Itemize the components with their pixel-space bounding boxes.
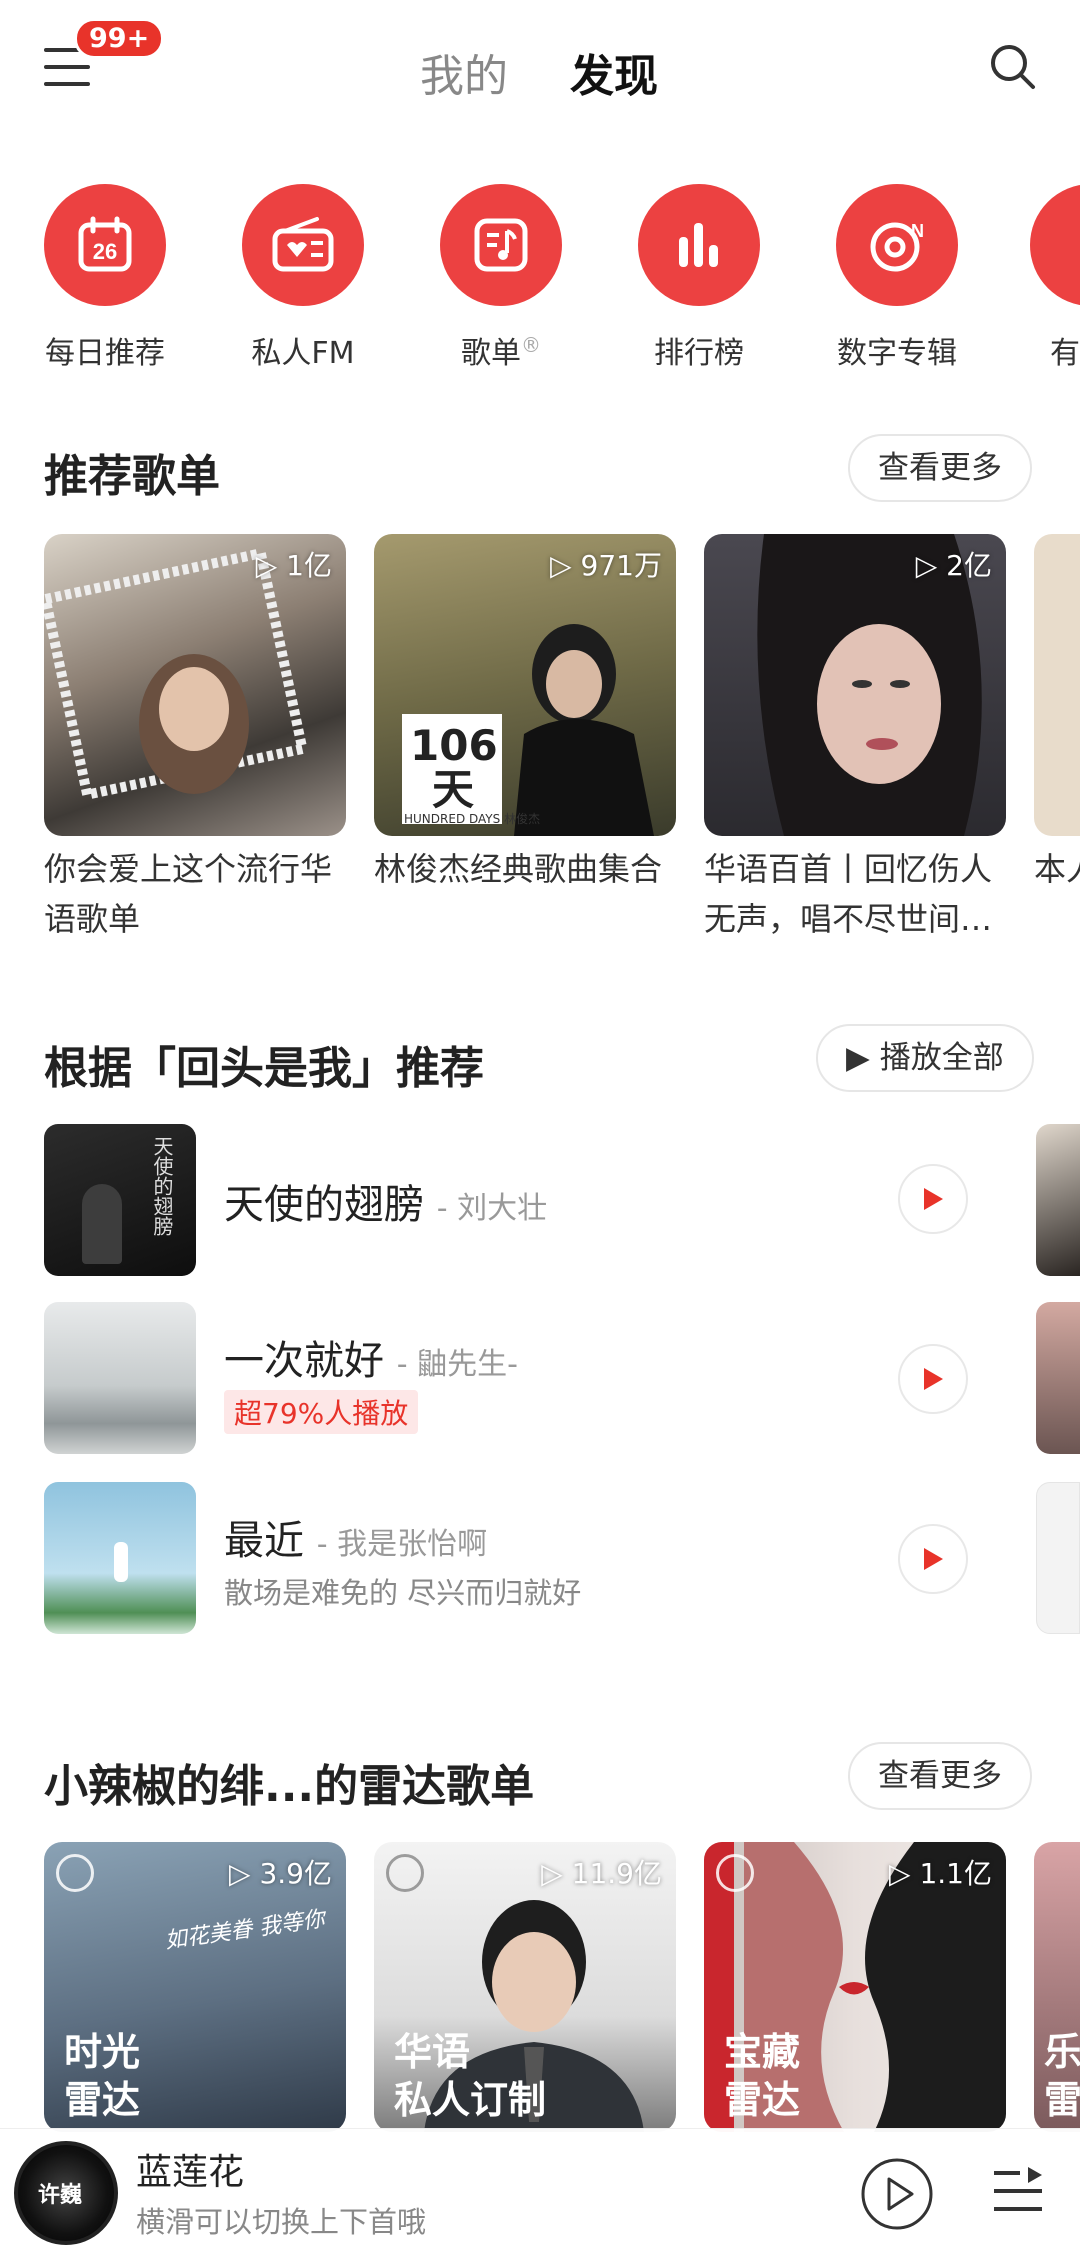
- category-label: 有: [1050, 336, 1080, 371]
- netease-logo-icon: [56, 1854, 94, 1892]
- now-playing-cover[interactable]: 许巍: [14, 2141, 118, 2245]
- category-label: 数字专辑: [837, 336, 957, 371]
- play-icon: [924, 1368, 943, 1390]
- popularity-tag: 超79%人播放: [224, 1390, 419, 1434]
- radar-card-title: 乐雷: [1044, 2030, 1080, 2122]
- playlist-card[interactable]: ▷ 2亿: [704, 534, 1006, 836]
- category-partial[interactable]: 有: [1030, 184, 1080, 372]
- song-cover[interactable]: 天使的翅膀: [44, 1124, 196, 1276]
- now-playing-hint: 横滑可以切换上下首哦: [136, 2205, 427, 2239]
- song-title: 一次就好: [224, 1338, 384, 1384]
- radar-card-title: 华语 私人订制: [394, 2030, 547, 2122]
- song-cover-partial[interactable]: [1036, 1302, 1080, 1454]
- category-digital-album[interactable]: N 数字专辑: [832, 184, 962, 372]
- playlist-queue-icon[interactable]: [990, 2165, 1046, 2221]
- song-row-3[interactable]: 最近 - 我是张怡啊: [224, 1508, 487, 1566]
- radar-card-title: 宝藏 雷达: [724, 2030, 801, 2122]
- play-count: ▷ 971万: [550, 549, 662, 582]
- song-row-1[interactable]: 天使的翅膀 - 刘大壮: [224, 1172, 547, 1230]
- section-title-radar: 小辣椒的绯...的雷达歌单: [44, 1761, 535, 1812]
- album-cover-text: 106天: [410, 721, 498, 814]
- play-count: ▷ 1.1亿: [889, 1857, 992, 1890]
- playlist-note-icon: [440, 184, 562, 306]
- notification-badge: 99+: [74, 18, 165, 59]
- section-title-based-on: 根据「回头是我」推荐: [44, 1043, 484, 1094]
- song-artist: - 我是张怡啊: [316, 1527, 488, 1562]
- category-label: 私人FM: [251, 336, 355, 371]
- now-playing-title: 蓝莲花: [136, 2152, 245, 2193]
- partial-icon: [1030, 184, 1080, 306]
- play-all-button[interactable]: ▶ 播放全部: [816, 1024, 1034, 1092]
- song-row-2[interactable]: 一次就好 - 鼬先生-: [224, 1328, 518, 1386]
- play-count: ▷ 11.9亿: [541, 1857, 662, 1890]
- category-charts[interactable]: 排行榜: [634, 184, 764, 372]
- album-cover-subtext: HUNDRED DAYS 林俊杰: [404, 812, 541, 826]
- song-title: 最近: [224, 1518, 304, 1564]
- category-label: 每日推荐: [45, 336, 165, 371]
- play-song-button[interactable]: [898, 1524, 968, 1594]
- radar-card[interactable]: ▷ 1.1亿 宝藏 雷达: [704, 1842, 1006, 2132]
- category-fm[interactable]: 私人FM: [238, 184, 368, 372]
- tab-mine[interactable]: 我的: [420, 40, 508, 104]
- radar-card-title: 时光 雷达: [64, 2030, 141, 2122]
- category-daily[interactable]: 26 每日推荐: [40, 184, 170, 372]
- see-more-button[interactable]: 查看更多: [848, 1742, 1032, 1810]
- cover-deco-text: 如花美眷 我等你: [163, 1906, 327, 1955]
- play-count: ▷ 2亿: [915, 549, 992, 582]
- cover-text: 许巍: [38, 2183, 83, 2208]
- see-more-button[interactable]: 查看更多: [848, 434, 1032, 502]
- radar-card[interactable]: 乐雷: [1034, 1842, 1080, 2132]
- calendar-icon: 26: [44, 184, 166, 306]
- playlist-title[interactable]: 你会爱上这个流行华语歌单: [44, 844, 350, 944]
- song-artist: - 刘大壮: [436, 1191, 548, 1226]
- play-song-button[interactable]: [898, 1164, 968, 1234]
- category-label: 歌单®: [461, 333, 541, 371]
- play-icon: [924, 1188, 943, 1210]
- mini-player[interactable]: 许巍 蓝莲花 横滑可以切换上下首哦: [0, 2128, 1080, 2262]
- tab-discover[interactable]: 发现: [570, 40, 658, 104]
- playlist-card[interactable]: 106天 HUNDRED DAYS 林俊杰 ▷ 971万: [374, 534, 676, 836]
- playlist-card[interactable]: [1034, 534, 1080, 836]
- category-label: 排行榜: [654, 336, 744, 371]
- top-bar: 99+ 我的 发现: [0, 0, 1080, 140]
- play-count: ▷ 3.9亿: [229, 1857, 332, 1890]
- playlist-title[interactable]: 华语百首丨回忆伤人无声，唱不尽世间…: [704, 844, 1010, 944]
- play-count: ▷ 1亿: [255, 549, 332, 582]
- play-pause-icon[interactable]: [860, 2157, 934, 2231]
- radar-card[interactable]: 如花美眷 我等你 ▷ 3.9亿 时光 雷达: [44, 1842, 346, 2132]
- radio-icon: [242, 184, 364, 306]
- song-cover-partial[interactable]: [1036, 1482, 1080, 1634]
- radar-card[interactable]: ▷ 11.9亿 华语 私人订制: [374, 1842, 676, 2132]
- play-song-button[interactable]: [898, 1344, 968, 1414]
- calendar-date: 26: [93, 239, 117, 264]
- song-artist: - 鼬先生-: [396, 1347, 518, 1382]
- netease-logo-icon: [716, 1854, 754, 1892]
- search-icon[interactable]: [988, 42, 1038, 92]
- bar-chart-icon: [638, 184, 760, 306]
- digital-album-icon: N: [836, 184, 958, 306]
- playlist-card[interactable]: ▷ 1亿: [44, 534, 346, 836]
- section-title-recommended: 推荐歌单: [44, 451, 220, 502]
- play-icon: ▶: [846, 1040, 880, 1076]
- song-cover-partial[interactable]: [1036, 1124, 1080, 1276]
- song-cover[interactable]: [44, 1482, 196, 1634]
- svg-text:N: N: [911, 221, 924, 241]
- playlist-title[interactable]: 本人: [1034, 844, 1080, 894]
- playlist-title[interactable]: 林俊杰经典歌曲集合: [374, 844, 680, 894]
- song-title: 天使的翅膀: [224, 1182, 424, 1228]
- netease-logo-icon: [386, 1854, 424, 1892]
- category-playlist[interactable]: 歌单®: [436, 184, 566, 372]
- play-icon: [924, 1548, 943, 1570]
- song-cover[interactable]: [44, 1302, 196, 1454]
- song-subtitle: 散场是难免的 尽兴而归就好: [224, 1576, 582, 1610]
